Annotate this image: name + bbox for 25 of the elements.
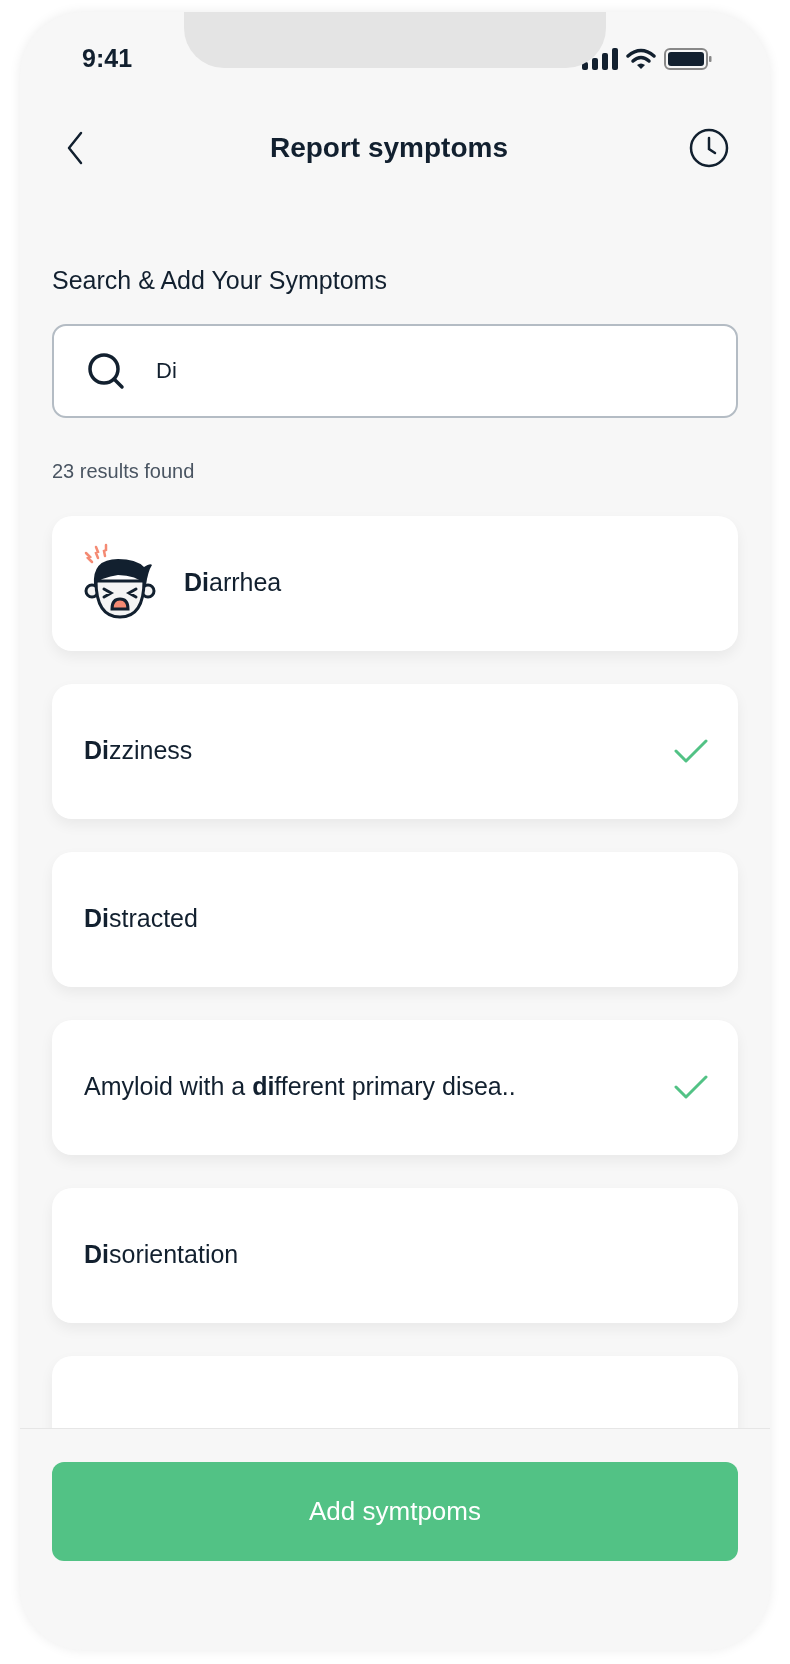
result-card[interactable]: Diarrhea [52,515,738,651]
wifi-icon [626,48,656,70]
result-card[interactable]: Disorientation [52,1187,738,1323]
symptom-name: Amyloid with a different primary disea.. [84,1071,516,1103]
checkmark-icon [674,738,708,764]
clock-icon [689,128,729,168]
search-icon [86,350,126,391]
result-card[interactable]: Dizziness [52,683,738,819]
status-time: 9:41 [82,43,133,75]
result-card[interactable]: Amyloid with a different primary disea.. [52,1019,738,1155]
back-icon [67,131,83,165]
checkmark-icon [674,1074,708,1100]
search-field[interactable]: Di [52,323,738,418]
search-label: Search & Add Your Symptoms [52,265,388,296]
result-card[interactable]: Distracted [52,851,738,987]
results-count: 23 results found [52,458,196,484]
symptom-name: Disorientation [84,1239,239,1271]
search-input[interactable]: Di [156,354,704,387]
symptom-name: Diarrhea [184,567,282,599]
battery-icon [664,48,712,70]
symptom-name: Distracted [84,903,198,935]
page-title: Report symptoms [269,131,508,165]
signal-icon [582,48,618,70]
history-button[interactable] [688,127,730,169]
symptom-name: Dizziness [84,735,193,767]
